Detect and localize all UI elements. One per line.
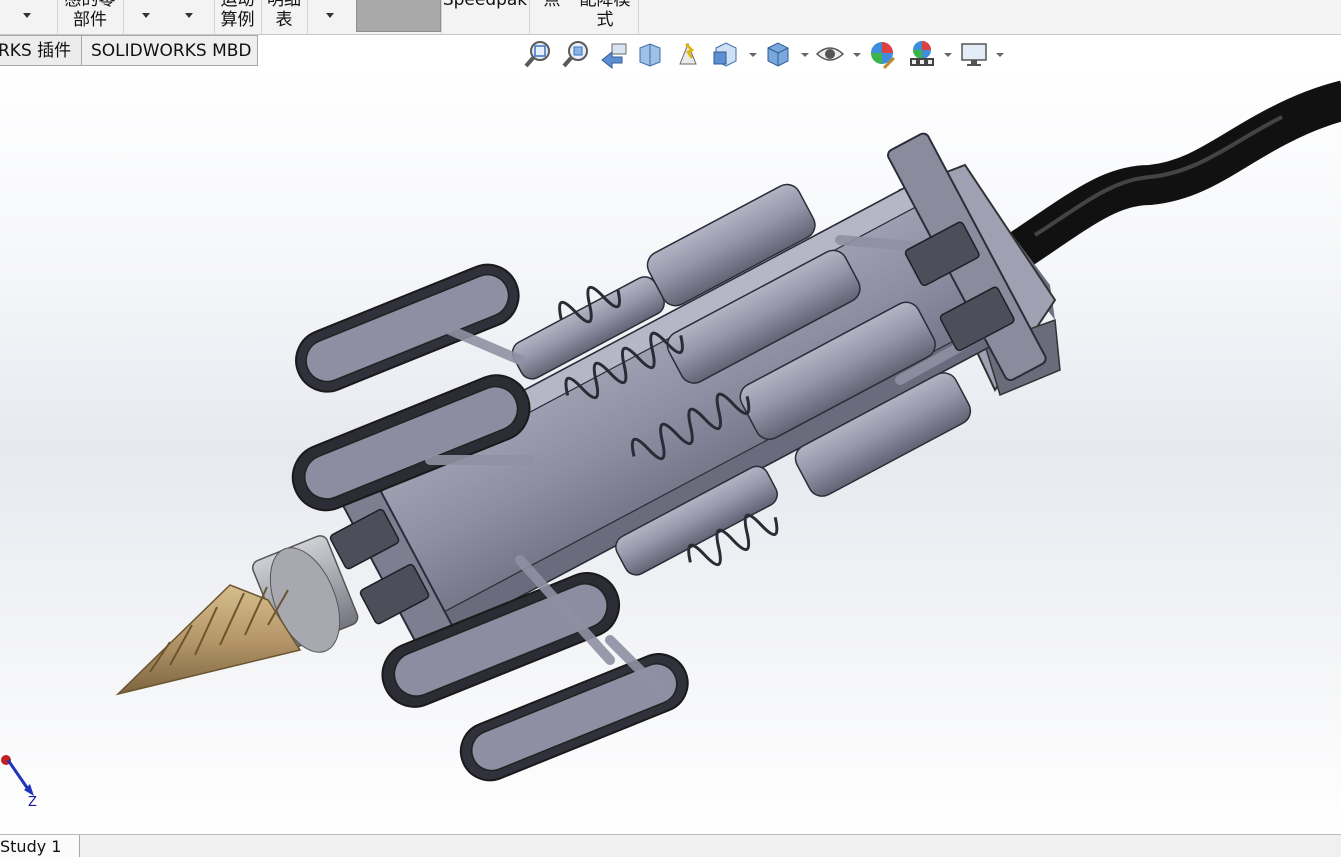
zoom-to-area-icon[interactable]	[560, 38, 592, 70]
ribbon-item-5-line1: 明细	[267, 0, 301, 10]
ribbon-item-1-line1: 感的零	[64, 0, 116, 10]
triad-z-label: Z	[28, 795, 37, 810]
ribbon-item-3[interactable]	[168, 0, 212, 34]
graphics-viewport[interactable]: Z	[0, 68, 1341, 834]
zoom-to-fit-icon[interactable]	[522, 38, 554, 70]
triad-z-axis-icon	[6, 759, 32, 793]
ribbon-item-8[interactable]: 点	[530, 0, 574, 34]
previous-view-icon[interactable]	[598, 38, 630, 70]
view-orientation-icon[interactable]	[710, 38, 742, 70]
ribbon-item-motion-study[interactable]: 运动 算例	[215, 0, 260, 34]
chevron-down-icon[interactable]	[142, 13, 150, 18]
chevron-down-icon[interactable]	[326, 13, 334, 18]
chevron-down-icon[interactable]	[185, 13, 193, 18]
chevron-down-icon[interactable]	[801, 53, 809, 57]
section-view-icon[interactable]	[634, 38, 666, 70]
model-render	[115, 80, 1341, 782]
ribbon-item-7-line1: Speedpak	[442, 0, 528, 10]
chevron-down-icon[interactable]	[996, 53, 1004, 57]
chevron-down-icon[interactable]	[23, 13, 31, 18]
ribbon-item-9-line1: 配降模	[579, 0, 631, 10]
dynamic-annotation-views-icon[interactable]	[672, 38, 704, 70]
ribbon-item-0[interactable]	[0, 0, 55, 34]
bottom-tab-bar: Study 1	[0, 834, 1341, 857]
tab-solidworks-addins[interactable]: RKS 插件	[0, 35, 82, 66]
ribbon-item-9-line2: 式	[596, 10, 614, 30]
tab-study-1[interactable]: Study 1	[0, 835, 80, 857]
ribbon-item-9[interactable]: 配降模 式	[574, 0, 636, 34]
ribbon-separator	[638, 0, 639, 34]
tab-solidworks-mbd[interactable]: SOLIDWORKS MBD	[81, 35, 258, 66]
edit-appearance-icon[interactable]	[866, 38, 898, 70]
ribbon-item-2[interactable]	[124, 0, 167, 34]
ribbon-item-speedpak[interactable]: Speedpak	[442, 0, 528, 34]
ribbon-item-5-line2: 表	[275, 10, 293, 30]
ribbon-item-bom[interactable]: 明细 表	[262, 0, 306, 34]
ribbon-item-4-line2: 算例	[220, 10, 255, 30]
ribbon-grey-button[interactable]	[356, 0, 441, 32]
ribbon-item-1[interactable]: 感的零 部件	[58, 0, 122, 34]
ribbon-item-8-line1: 点	[543, 0, 561, 10]
cable	[1008, 80, 1341, 267]
ribbon-item-6[interactable]	[308, 0, 352, 34]
hide-show-items-icon[interactable]	[814, 38, 846, 70]
chevron-down-icon[interactable]	[749, 53, 757, 57]
view-settings-icon[interactable]	[958, 38, 990, 70]
command-manager-ribbon: 感的零 部件 运动 算例 明细 表 Speedpak 点 配降模 式	[0, 0, 1341, 35]
chevron-down-icon[interactable]	[853, 53, 861, 57]
ribbon-item-1-line2: 部件	[73, 10, 107, 30]
chevron-down-icon[interactable]	[944, 53, 952, 57]
display-style-icon[interactable]	[762, 38, 794, 70]
ribbon-item-4-line1: 运动	[220, 0, 255, 10]
apply-scene-icon[interactable]	[906, 38, 938, 70]
